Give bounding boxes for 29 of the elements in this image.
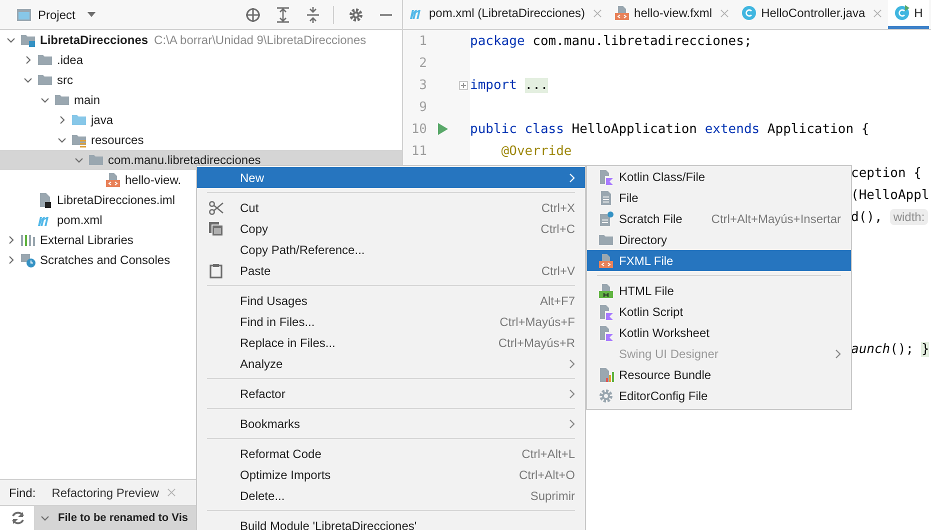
code-line: @Override <box>500 144 572 158</box>
shortcut-label: Ctrl+V <box>541 264 575 278</box>
shortcut-label: Alt+F7 <box>540 294 575 308</box>
line-number: 3 <box>418 78 427 92</box>
code-fragment: d(), <box>851 210 882 224</box>
shortcut-label: Suprimir <box>530 488 575 502</box>
code-line: package com.manu.libretadirecciones; <box>470 34 752 48</box>
code-fragment: aunch <box>851 342 890 356</box>
shortcut-label: Ctrl+Alt+L <box>522 446 575 460</box>
line-number: 2 <box>418 56 427 70</box>
code-fragment: (); <box>890 342 915 356</box>
code-fragment: } <box>921 342 930 356</box>
panel-label: Find: <box>9 486 36 500</box>
code-fragment: ception { <box>851 166 922 180</box>
path-hint: C:\A borrar\Unidad 9\LibretaDirecciones <box>154 33 366 47</box>
shortcut-label: Ctrl+Mayús+F <box>500 314 575 328</box>
shortcut-label: Ctrl+C <box>540 222 575 236</box>
line-number: 10 <box>410 122 427 136</box>
line-number: 1 <box>418 34 427 48</box>
code-line: public class HelloApplication extends Application { <box>470 122 870 136</box>
shortcut-label: Ctrl+X <box>541 200 575 214</box>
shortcut-label: Ctrl+Alt+Mayús+Insertar <box>711 212 841 226</box>
inlay-hint: width: <box>890 209 928 225</box>
code-line: import ... <box>470 78 548 92</box>
line-number: 11 <box>410 144 427 158</box>
shortcut-label: Ctrl+Mayús+R <box>498 336 575 350</box>
code-fragment: (HelloAppl <box>851 188 930 202</box>
shortcut-label: Ctrl+Alt+O <box>518 468 575 482</box>
line-number: 9 <box>418 100 427 114</box>
